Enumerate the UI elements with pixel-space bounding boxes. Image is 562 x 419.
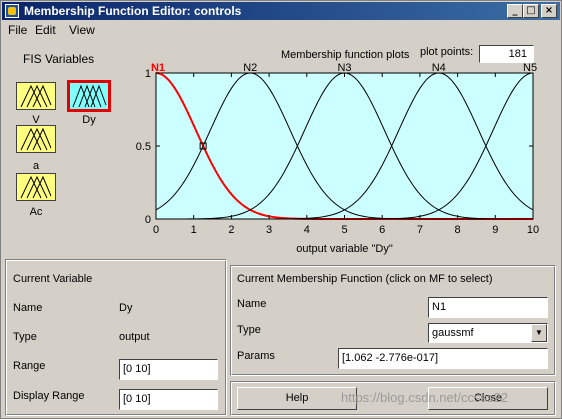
- mf-label-n4[interactable]: N4: [432, 62, 446, 74]
- y-tick-label: 0.5: [136, 141, 151, 153]
- cv-name-label: Name: [13, 302, 43, 314]
- mf-label-n1[interactable]: N1: [151, 62, 165, 74]
- x-tick-label: 4: [304, 224, 310, 236]
- x-axis-label: output variable "Dy": [296, 243, 393, 255]
- mf-type-value: gaussmf: [432, 327, 474, 339]
- display-range-input[interactable]: [0 10]: [119, 389, 218, 410]
- x-tick-label: 0: [153, 224, 159, 236]
- cv-range-label: Range: [13, 360, 46, 372]
- mf-name-label: Name: [237, 298, 267, 310]
- x-tick-label: 3: [266, 224, 272, 236]
- cv-display-range-label: Display Range: [13, 390, 85, 402]
- mf-params-label: Params: [237, 350, 275, 362]
- x-tick-label: 10: [527, 224, 539, 236]
- mf-label-n2[interactable]: N2: [243, 62, 257, 74]
- x-tick-label: 9: [492, 224, 498, 236]
- x-tick-label: 7: [417, 224, 423, 236]
- mf-type-label: Type: [237, 324, 261, 336]
- mf-editor-window: Membership Function Editor: controls _ □…: [0, 0, 562, 419]
- mf-label-n5[interactable]: N5: [523, 62, 537, 74]
- dropdown-arrow-icon[interactable]: ▼: [531, 324, 547, 342]
- x-tick-label: 2: [228, 224, 234, 236]
- x-tick-label: 6: [379, 224, 385, 236]
- y-tick-label: 0: [145, 214, 151, 226]
- membership-function-plot[interactable]: N1 N2 N3 N4 N5 0 1 2 3 4 5 6 7 8 9 10 0 0.5 1 output variab…: [1, 1, 562, 263]
- cv-type-label: Type: [13, 331, 37, 343]
- plot-area: [155, 72, 534, 220]
- range-input[interactable]: [0 10]: [119, 359, 218, 380]
- cv-type-value: output: [119, 331, 150, 343]
- x-tick-label: 8: [455, 224, 461, 236]
- y-tick-label: 1: [145, 68, 151, 80]
- current-variable-heading: Current Variable: [13, 273, 93, 285]
- x-tick-label: 5: [341, 224, 347, 236]
- mf-name-input[interactable]: N1: [428, 297, 548, 318]
- mf-label-n3[interactable]: N3: [337, 62, 351, 74]
- mf-type-select[interactable]: gaussmf ▼: [428, 323, 548, 343]
- mf-params-input[interactable]: [1.062 -2.776e-017]: [338, 348, 548, 369]
- cv-name-value: Dy: [119, 302, 133, 314]
- watermark-text: https://blog.csdn.net/ccsss22: [341, 390, 508, 405]
- current-mf-heading: Current Membership Function (click on MF…: [237, 273, 493, 285]
- help-button[interactable]: Help: [237, 387, 357, 410]
- x-tick-label: 1: [191, 224, 197, 236]
